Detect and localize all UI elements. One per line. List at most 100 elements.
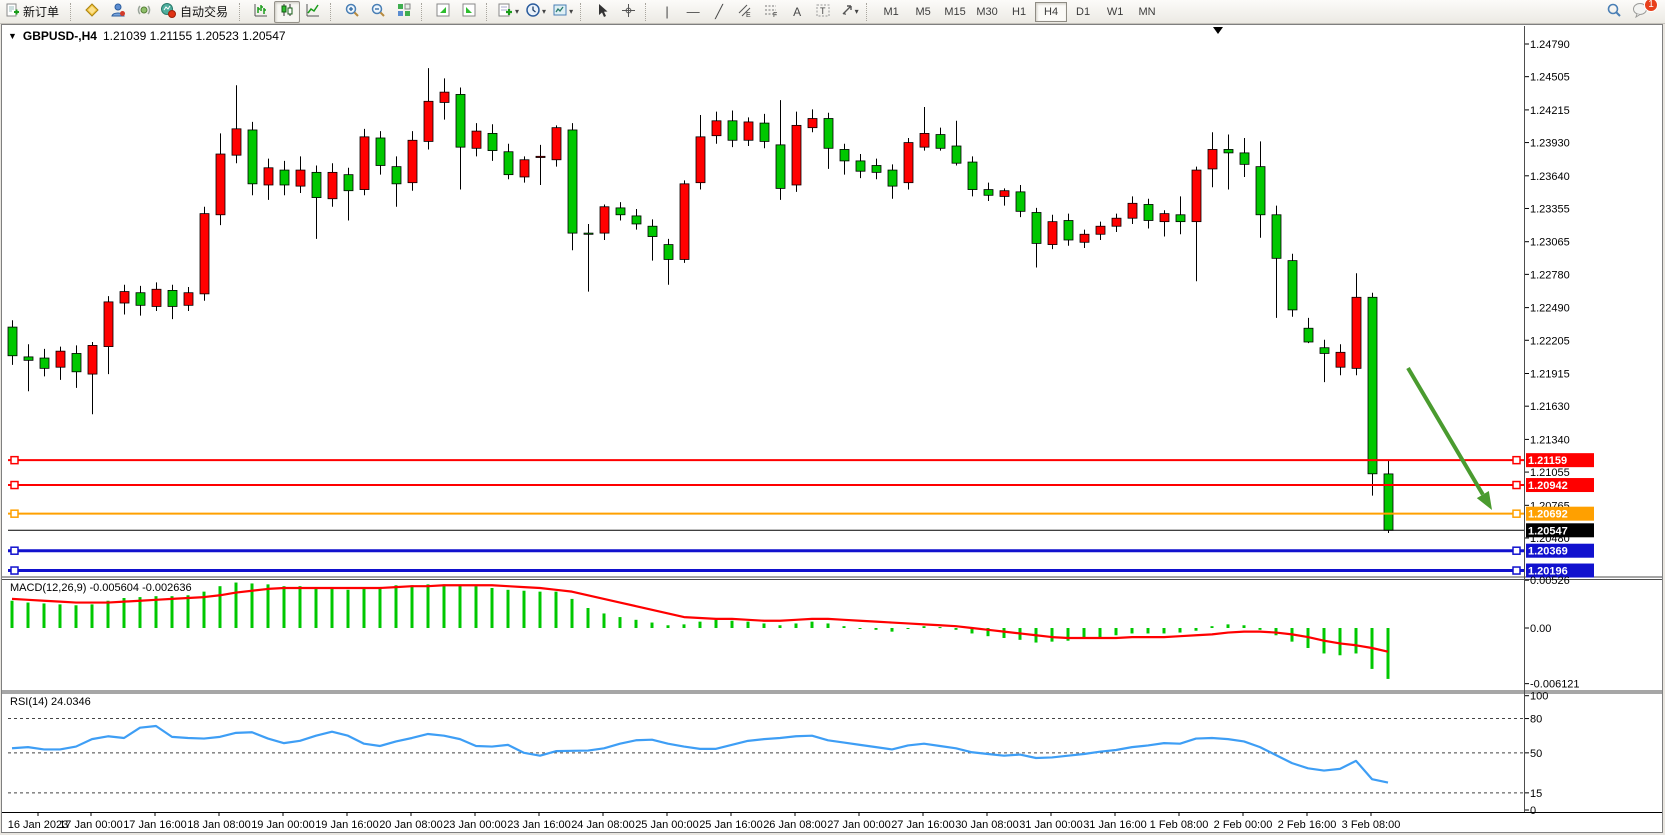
macd-histogram-bar — [1339, 628, 1342, 655]
line-handle[interactable] — [11, 567, 18, 574]
indicator-window2-button[interactable] — [456, 1, 482, 23]
fibonacci-tool-button[interactable]: F — [758, 1, 784, 23]
line-handle[interactable] — [11, 457, 18, 464]
notification-badge: 1 — [1644, 0, 1658, 12]
line-handle[interactable] — [1513, 482, 1520, 489]
line-handle[interactable] — [11, 482, 18, 489]
price-tick-label: 1.23640 — [1530, 171, 1570, 183]
price-tag-label: 1.20942 — [1528, 480, 1568, 492]
candle-body — [1000, 191, 1009, 197]
horizontal-line-tool-button[interactable]: — — [680, 1, 706, 23]
timeframe-m15-button[interactable]: M15 — [939, 2, 971, 22]
toolbar-separator — [645, 3, 651, 21]
template-button[interactable]: ▾ — [549, 1, 576, 23]
macd-histogram-bar — [539, 592, 542, 628]
cursor-icon — [595, 3, 609, 21]
macd-histogram-bar — [475, 586, 478, 628]
line-handle[interactable] — [1513, 567, 1520, 574]
candle-body — [520, 160, 529, 177]
candle-body — [216, 154, 225, 215]
candlestick-mode-button[interactable] — [274, 1, 300, 23]
timeframe-d1-button[interactable]: D1 — [1067, 2, 1099, 22]
vertical-line-tool-button[interactable]: | — [654, 1, 680, 23]
price-tick-label: 1.24215 — [1530, 105, 1570, 117]
line-chart-mode-button[interactable] — [300, 1, 326, 23]
macd-histogram-bar — [683, 624, 686, 628]
candle-body — [824, 118, 833, 148]
candle-body — [1016, 192, 1025, 211]
macd-histogram-bar — [75, 605, 78, 628]
price-tag-label: 1.20692 — [1528, 509, 1568, 521]
period-button[interactable]: ▾ — [522, 1, 549, 23]
macd-histogram-bar — [779, 625, 782, 628]
macd-histogram-bar — [939, 627, 942, 628]
candle-body — [328, 172, 337, 198]
macd-histogram-bar — [875, 628, 878, 630]
macd-histogram-bar — [43, 603, 46, 628]
ohlc-values: 1.21039 1.21155 1.20523 1.20547 — [103, 29, 286, 43]
profiles-button[interactable] — [79, 1, 105, 23]
timeframe-h1-button[interactable]: H1 — [1003, 2, 1035, 22]
autotrade-button[interactable]: 自动交易 — [157, 1, 235, 23]
chart-canvas[interactable]: 1.247901.245051.242151.239301.236401.233… — [0, 24, 1665, 835]
text-label-tool-button[interactable]: T — [810, 1, 836, 23]
macd-axis-label: 0.00 — [1530, 623, 1551, 635]
candle-body — [168, 290, 177, 306]
rsi-label: RSI(14) 24.0346 — [10, 696, 91, 708]
new-order-button[interactable]: 新订单 — [2, 1, 66, 23]
zoom-in-button[interactable] — [339, 1, 365, 23]
timeframe-w1-button[interactable]: W1 — [1099, 2, 1131, 22]
candle-body — [1128, 203, 1137, 218]
crosshair-icon — [621, 3, 636, 21]
new-chart-button[interactable]: ▾ — [495, 1, 522, 23]
price-tag-label: 1.21159 — [1528, 455, 1567, 467]
channel-tool-button[interactable]: E — [732, 1, 758, 23]
period-icon — [525, 2, 541, 21]
line-handle[interactable] — [1513, 457, 1520, 464]
macd-histogram-bar — [1147, 628, 1150, 633]
candle-body — [1096, 226, 1105, 234]
signals-button[interactable] — [131, 1, 157, 23]
arrows-tool-button[interactable]: ▾ — [836, 1, 862, 23]
indicator-window-button[interactable] — [430, 1, 456, 23]
tile-windows-button[interactable] — [391, 1, 417, 23]
cursor-tool-button[interactable] — [589, 1, 615, 23]
bar-chart-mode-button[interactable] — [248, 1, 274, 23]
timeframe-m30-button[interactable]: M30 — [971, 2, 1003, 22]
macd-histogram-bar — [347, 590, 350, 628]
candle-body — [1256, 167, 1265, 215]
market-watch-button[interactable] — [105, 1, 131, 23]
price-tag-label: 1.20547 — [1528, 525, 1568, 537]
text-tool-button[interactable]: A — [784, 1, 810, 23]
crosshair-tool-button[interactable] — [615, 1, 641, 23]
candle-body — [712, 121, 721, 136]
macd-histogram-bar — [795, 623, 798, 628]
candle-body — [1352, 297, 1361, 368]
indicator-window-icon — [435, 2, 451, 21]
candle-body — [792, 125, 801, 185]
notifications-button[interactable]: 1 — [1627, 1, 1653, 23]
macd-histogram-bar — [1387, 628, 1390, 679]
candle-body — [920, 133, 929, 147]
time-label: 30 Jan 08:00 — [955, 819, 1019, 831]
timeframe-mn-button[interactable]: MN — [1131, 2, 1163, 22]
chart-title: ▼ GBPUSD-,H4 1.21039 1.21155 1.20523 1.2… — [8, 29, 286, 43]
timeframe-m5-button[interactable]: M5 — [907, 2, 939, 22]
macd-histogram-bar — [667, 625, 670, 628]
macd-histogram-bar — [59, 604, 62, 628]
line-handle[interactable] — [1513, 510, 1520, 517]
candle-body — [632, 216, 641, 224]
line-handle[interactable] — [11, 510, 18, 517]
chevron-down-icon[interactable]: ▼ — [8, 31, 17, 41]
chart-window: 1.247901.245051.242151.239301.236401.233… — [0, 24, 1665, 835]
zoom-out-button[interactable] — [365, 1, 391, 23]
timeframe-m1-button[interactable]: M1 — [875, 2, 907, 22]
chevron-down-icon: ▾ — [855, 7, 859, 16]
timeframe-h4-button[interactable]: H4 — [1035, 2, 1067, 22]
line-handle[interactable] — [1513, 547, 1520, 554]
channel-icon: E — [737, 3, 753, 21]
line-handle[interactable] — [11, 547, 18, 554]
autotrade-label: 自动交易 — [176, 3, 232, 20]
trendline-tool-button[interactable]: ╱ — [706, 1, 732, 23]
search-button[interactable] — [1601, 1, 1627, 23]
